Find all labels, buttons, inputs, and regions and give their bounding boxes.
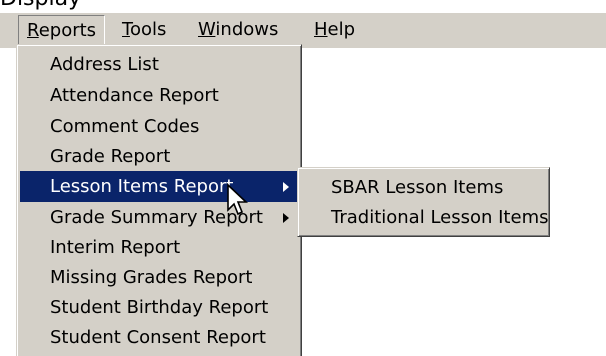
menu-tools-accelerator: T bbox=[122, 19, 130, 40]
menu-item-missing-grades-report[interactable]: Missing Grades Report bbox=[20, 262, 297, 293]
menu-windows-label: indows bbox=[215, 19, 279, 40]
screen: Display Reports Tools Windows Help Addre… bbox=[0, 0, 606, 356]
menu-item-label: Student Consent Report bbox=[50, 327, 266, 348]
mouse-cursor-icon bbox=[227, 183, 248, 216]
submenu-item-traditional-lesson-items[interactable]: Traditional Lesson Items bbox=[301, 202, 549, 233]
menu-item-label: Grade Report bbox=[50, 146, 171, 167]
menu-help[interactable]: Help bbox=[306, 15, 363, 47]
menu-windows[interactable]: Windows bbox=[190, 15, 286, 47]
menu-item-address-list[interactable]: Address List bbox=[20, 49, 297, 80]
menu-help-label: elp bbox=[327, 19, 356, 40]
menu-item-label: Address List bbox=[50, 54, 159, 75]
menu-item-label: Comment Codes bbox=[50, 116, 200, 137]
menu-item-grade-report[interactable]: Grade Report bbox=[20, 141, 297, 172]
menu-bar: Reports Tools Windows Help bbox=[0, 12, 606, 48]
menu-reports-accelerator: R bbox=[27, 20, 39, 41]
menu-item-grade-summary-report[interactable]: Grade Summary Report bbox=[20, 202, 297, 233]
menu-item-student-consent-report[interactable]: Student Consent Report bbox=[20, 322, 297, 353]
menu-item-attendance-report[interactable]: Attendance Report bbox=[20, 80, 297, 111]
reports-menu: Address List Attendance Report Comment C… bbox=[16, 44, 302, 356]
menu-reports[interactable]: Reports bbox=[18, 15, 106, 47]
menu-item-comment-codes[interactable]: Comment Codes bbox=[20, 111, 297, 142]
menu-item-label: Traditional Lesson Items bbox=[331, 207, 549, 228]
lesson-items-submenu: SBAR Lesson Items Traditional Lesson Ite… bbox=[297, 167, 550, 237]
menu-item-label: Student Birthday Report bbox=[50, 297, 269, 318]
menu-tools[interactable]: Tools bbox=[114, 15, 174, 47]
menu-tools-label: ools bbox=[129, 19, 167, 40]
menu-item-student-birthday-report[interactable]: Student Birthday Report bbox=[20, 292, 297, 323]
cropped-window-title: Display bbox=[0, 0, 81, 12]
menu-item-label: SBAR Lesson Items bbox=[331, 177, 504, 198]
menu-item-lesson-items-report[interactable]: Lesson Items Report bbox=[20, 171, 297, 202]
menu-windows-accelerator: W bbox=[198, 19, 216, 40]
submenu-item-sbar-lesson-items[interactable]: SBAR Lesson Items bbox=[301, 172, 545, 203]
menu-reports-label: eports bbox=[38, 20, 97, 41]
menu-item-label: Interim Report bbox=[50, 237, 181, 258]
menu-item-interim-report[interactable]: Interim Report bbox=[20, 232, 297, 263]
menu-help-accelerator: H bbox=[314, 19, 328, 40]
menu-item-label: Attendance Report bbox=[50, 85, 219, 106]
menu-item-label: Lesson Items Report bbox=[50, 176, 234, 197]
menu-item-label: Missing Grades Report bbox=[50, 267, 253, 288]
